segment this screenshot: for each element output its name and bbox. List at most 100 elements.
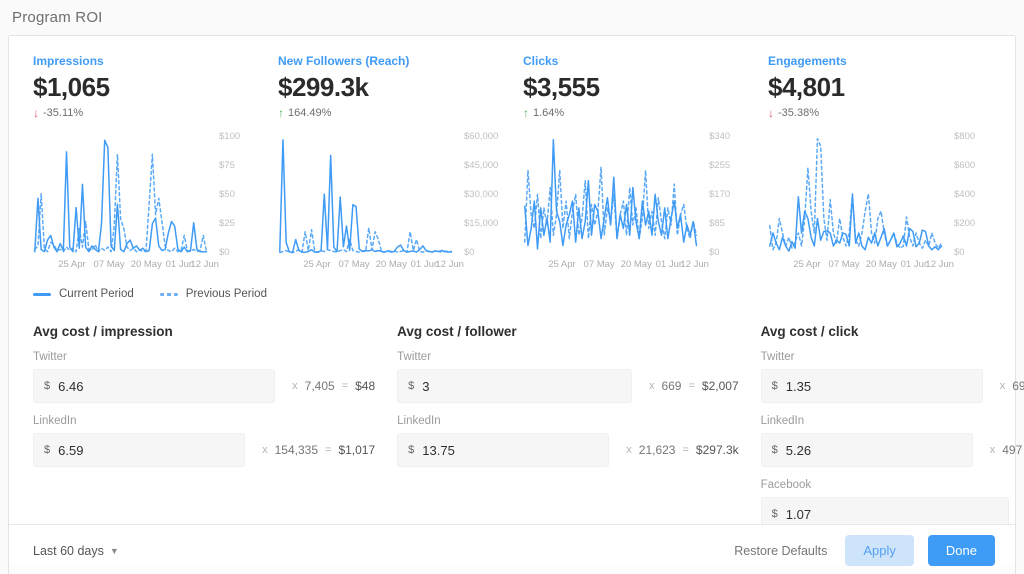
previous-period-line <box>35 154 207 252</box>
cost-row: $ x 154,335 = $1,017 <box>33 433 375 467</box>
metric-column: Impressions $1,065 ↓ -35.11% 25 Apr07 Ma… <box>33 54 256 272</box>
y-tick-label: $600 <box>954 161 991 171</box>
cost-calculation: x 497 = $2,614 <box>983 443 1024 457</box>
y-tick-label: $0 <box>709 248 746 258</box>
cost-input-box[interactable]: $ <box>397 433 609 467</box>
done-button[interactable]: Done <box>928 535 995 566</box>
x-tick-label: 25 Apr <box>548 259 575 270</box>
result-value: $297.3k <box>696 443 739 457</box>
cost-section: Avg cost / impression Twitter $ x 7,405 … <box>33 324 375 531</box>
multiply-operator: x <box>285 380 305 392</box>
trend-up-icon: ↑ <box>278 106 284 120</box>
current-period-line <box>770 195 942 251</box>
y-tick-label: $30,000 <box>464 190 501 200</box>
metric-column: Clicks $3,555 ↑ 1.64% 25 Apr07 May20 May… <box>523 54 746 272</box>
legend-previous-period: Previous Period <box>160 288 267 300</box>
cost-calculation: x 669 = $2,007 <box>642 379 739 393</box>
x-axis-labels: 25 Apr07 May20 May01 Jun12 Jun <box>768 259 945 272</box>
y-axis-labels: $60,000$45,000$30,000$15,000$0 <box>455 132 501 258</box>
platform-label-linkedin: LinkedIn <box>761 415 1024 427</box>
cost-input-box[interactable]: $ <box>761 433 973 467</box>
metric-delta-text: -35.38% <box>778 107 819 119</box>
cost-input-box[interactable]: $ <box>33 433 245 467</box>
platform-label-facebook: Facebook <box>761 479 1024 491</box>
x-axis-labels: 25 Apr07 May20 May01 Jun12 Jun <box>523 259 700 272</box>
currency-symbol: $ <box>772 444 778 456</box>
metric-label: New Followers (Reach) <box>278 54 501 68</box>
metric-delta-text: 1.64% <box>533 107 564 119</box>
cost-calculation: x 21,623 = $297.3k <box>619 443 738 457</box>
y-tick-label: $255 <box>709 161 746 171</box>
cost-value-input[interactable] <box>422 379 621 394</box>
chart-canvas <box>768 132 945 258</box>
y-axis-labels: $340 $255 $170 $85 $0 <box>700 132 746 258</box>
metric-value: $4,801 <box>768 72 991 102</box>
cost-calculation: x 154,335 = $1,017 <box>255 443 375 457</box>
y-tick-label: $170 <box>709 190 746 200</box>
x-tick-label: 25 Apr <box>303 259 330 270</box>
metric-column: New Followers (Reach) $299.3k ↑ 164.49% … <box>278 54 501 272</box>
cost-row: $ x 7,405 = $48 <box>33 369 375 403</box>
platform-label-twitter: Twitter <box>761 351 1024 363</box>
y-tick-label: $340 <box>709 132 746 142</box>
metric-column: Engagements $4,801 ↓ -35.38% 25 Apr07 Ma… <box>768 54 991 272</box>
multiplier-value: 7,405 <box>305 379 335 393</box>
cost-value-input[interactable] <box>422 443 598 458</box>
cost-input-box[interactable]: $ <box>761 369 983 403</box>
y-tick-label: $85 <box>709 219 746 229</box>
y-tick-label: $200 <box>954 219 991 229</box>
cost-section: Avg cost / follower Twitter $ x 669 = $2… <box>397 324 738 531</box>
equals-operator: = <box>335 380 355 392</box>
currency-symbol: $ <box>772 380 778 392</box>
legend-label: Previous Period <box>186 288 267 300</box>
trend-down-icon: ↓ <box>768 106 774 120</box>
multiply-operator: x <box>993 380 1013 392</box>
date-range-dropdown[interactable]: Last 60 days ▼ <box>33 535 119 567</box>
chart-canvas <box>278 132 455 258</box>
solid-line-icon <box>33 293 51 296</box>
chart-canvas <box>33 132 210 258</box>
cost-input-box[interactable]: $ <box>33 369 275 403</box>
metric-delta-text: -35.11% <box>43 107 83 119</box>
x-tick-label: 25 Apr <box>58 259 85 270</box>
x-tick-label: 20 May <box>621 259 652 270</box>
y-tick-label: $0 <box>219 248 256 258</box>
sparkline-chart: 25 Apr07 May20 May01 Jun12 Jun $800$600$… <box>768 132 991 272</box>
y-tick-label: $400 <box>954 190 991 200</box>
restore-defaults-button[interactable]: Restore Defaults <box>730 536 831 566</box>
multiplier-value: 693 <box>1012 379 1024 393</box>
y-tick-label: $15,000 <box>464 219 501 229</box>
platform-label-linkedin: LinkedIn <box>397 415 738 427</box>
dashed-line-icon <box>160 293 178 296</box>
x-tick-label: 25 Apr <box>793 259 820 270</box>
metric-label: Clicks <box>523 54 746 68</box>
currency-symbol: $ <box>44 380 50 392</box>
platform-label-twitter: Twitter <box>397 351 738 363</box>
cost-value-input[interactable] <box>786 379 972 394</box>
equals-operator: = <box>681 380 701 392</box>
multiplier-value: 21,623 <box>639 443 676 457</box>
multiply-operator: x <box>619 444 639 456</box>
cost-value-input[interactable] <box>786 443 962 458</box>
chart-plot-area: 25 Apr07 May20 May01 Jun12 Jun <box>523 132 700 272</box>
y-tick-label: $100 <box>219 132 256 142</box>
trend-down-icon: ↓ <box>33 106 39 120</box>
cost-section-title: Avg cost / click <box>761 324 1024 339</box>
currency-symbol: $ <box>44 444 50 456</box>
roi-panel: Impressions $1,065 ↓ -35.11% 25 Apr07 Ma… <box>8 35 1016 574</box>
cost-input-box[interactable]: $ <box>397 369 632 403</box>
cost-value-input[interactable] <box>58 379 264 394</box>
currency-symbol: $ <box>408 444 414 456</box>
metrics-charts-grid: Impressions $1,065 ↓ -35.11% 25 Apr07 Ma… <box>33 54 991 272</box>
cost-sections-grid: Avg cost / impression Twitter $ x 7,405 … <box>33 324 991 531</box>
cost-calculation: x 5 = $5 <box>1019 507 1024 521</box>
apply-button[interactable]: Apply <box>845 535 914 566</box>
y-axis-labels: $800$600$400$200$0 <box>945 132 991 258</box>
metric-label: Engagements <box>768 54 991 68</box>
y-tick-label: $0 <box>954 248 991 258</box>
y-tick-label: $0 <box>464 248 501 258</box>
cost-value-input[interactable] <box>58 443 234 458</box>
panel-footer: Last 60 days ▼ Restore Defaults Apply Do… <box>9 524 1015 574</box>
cost-value-input[interactable] <box>786 507 999 522</box>
y-axis-labels: $100$75$50$25$0 <box>210 132 256 258</box>
